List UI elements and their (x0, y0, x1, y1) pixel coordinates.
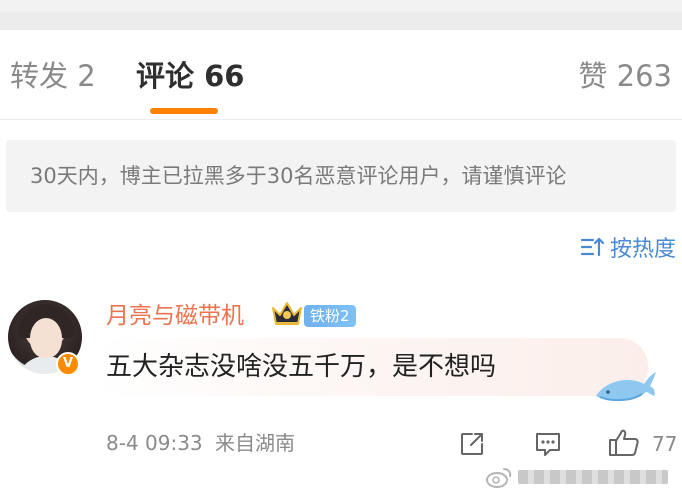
comment-policy-notice: 30天内，博主已拉黑多于30名恶意评论用户，请谨慎评论 (6, 140, 676, 212)
share-icon[interactable] (458, 430, 486, 458)
fan-level-badge: 铁粉2 (304, 305, 356, 327)
avatar-face (30, 318, 62, 358)
active-tab-indicator (150, 108, 218, 114)
verified-v-icon: V (56, 352, 80, 376)
tab-bar: 转发 2 评论 66 赞 263 (0, 30, 682, 120)
top-spacer (0, 0, 682, 30)
crown-icon (272, 302, 302, 325)
comment-source: 来自湖南 (215, 431, 296, 455)
sort-by-hot-button[interactable]: 按热度 (580, 232, 676, 262)
comment-time: 8-4 09:33 (106, 431, 203, 455)
tab-likes[interactable]: 赞 263 (578, 58, 672, 94)
sort-icon (580, 237, 605, 257)
whale-icon (596, 372, 656, 402)
weibo-logo-icon (486, 468, 512, 488)
watermark-text-blurred (518, 470, 668, 484)
comment-username[interactable]: 月亮与磁带机 (106, 302, 244, 330)
top-spacer-band (0, 12, 682, 30)
like-icon[interactable] (608, 428, 640, 458)
reply-icon[interactable] (534, 430, 562, 458)
tab-repost[interactable]: 转发 2 (10, 58, 96, 94)
sort-label: 按热度 (609, 237, 676, 262)
watermark (486, 464, 676, 490)
tab-comments[interactable]: 评论 66 (136, 58, 244, 94)
comment-meta: 8-4 09:33 来自湖南 (106, 430, 295, 456)
comment-text: 五大杂志没啥没五千万，是不想吗 (106, 352, 497, 382)
notice-text: 30天内，博主已拉黑多于30名恶意评论用户，请谨慎评论 (30, 164, 567, 188)
comment-item: V 月亮与磁带机 铁粉2 五大杂志没啥没五千万，是不想吗 8-4 09:33 来… (0, 290, 682, 480)
like-count: 77 (652, 432, 678, 456)
